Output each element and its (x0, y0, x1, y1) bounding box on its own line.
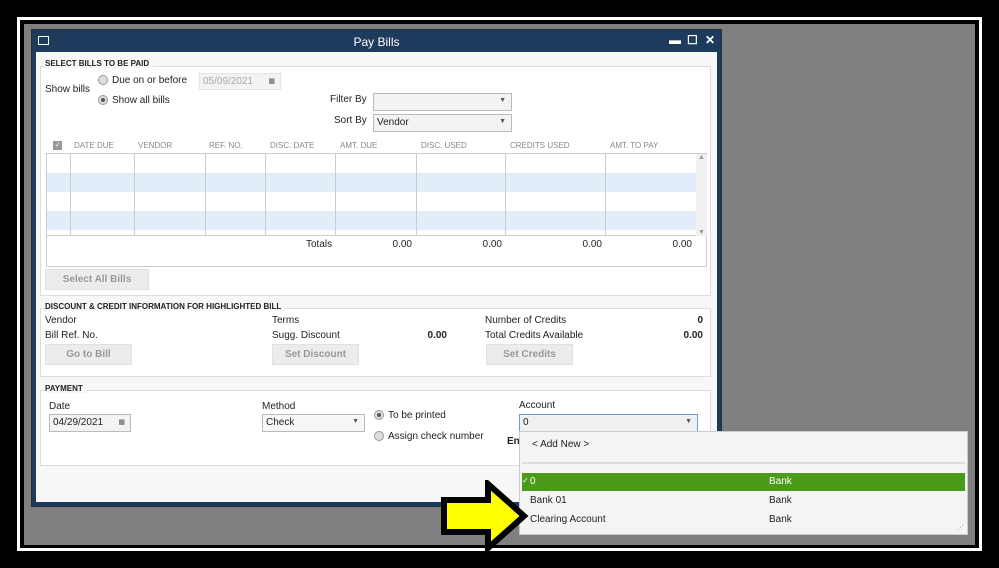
due-date-value: 05/09/2021 (203, 76, 254, 87)
sugg-discount-label: Sugg. Discount (272, 330, 340, 341)
total-credits-used: 0.00 (582, 239, 602, 250)
sort-by-value: Vendor (377, 117, 409, 128)
method-label: Method (262, 401, 296, 412)
account-name: Clearing Account (530, 514, 606, 525)
due-date-field[interactable]: 05/09/2021 ▦ (199, 73, 281, 90)
scroll-down-icon[interactable]: ▼ (696, 229, 707, 236)
column-header[interactable]: CREDITS USED (510, 141, 570, 150)
dropdown-item[interactable]: ✓ 0 Bank (522, 473, 965, 491)
assign-check-number-radio[interactable] (374, 431, 384, 441)
minimize-icon[interactable]: ▬ (669, 33, 681, 47)
chevron-down-icon: ▼ (352, 418, 359, 425)
vendor-label: Vendor (45, 315, 77, 326)
num-credits-label: Number of Credits (485, 315, 567, 326)
terms-label: Terms (272, 315, 300, 326)
section-title: PAYMENT (45, 384, 87, 393)
payment-date-field[interactable]: 04/29/2021 ▦ (49, 414, 131, 432)
method-select[interactable]: Check ▼ (262, 414, 365, 432)
account-value: 0 (523, 417, 529, 428)
column-header[interactable]: DISC. USED (421, 141, 467, 150)
due-on-before-label: Due on or before (112, 75, 188, 86)
date-label: Date (49, 401, 71, 412)
chevron-down-icon: ▼ (499, 118, 506, 125)
ending-balance-label: En (507, 436, 520, 447)
calendar-icon[interactable]: ▦ (118, 418, 125, 426)
filter-by-select[interactable]: ▼ (373, 93, 512, 111)
calendar-icon[interactable]: ▦ (268, 77, 275, 85)
show-all-bills-label: Show all bills (112, 95, 170, 106)
sort-by-select[interactable]: Vendor ▼ (373, 114, 512, 132)
sugg-discount-value: 0.00 (427, 330, 447, 341)
due-on-before-radio[interactable] (98, 75, 108, 85)
dropdown-item[interactable]: Clearing Account Bank (522, 511, 965, 529)
account-type: Bank (769, 514, 792, 525)
chevron-down-icon: ▼ (499, 97, 506, 104)
divider (522, 462, 965, 464)
go-to-bill-button[interactable]: Go to Bill (45, 344, 132, 365)
total-disc-used: 0.00 (482, 239, 502, 250)
filter-by-label: Filter By (330, 94, 367, 105)
to-be-printed-label: To be printed (388, 410, 446, 421)
column-header[interactable]: VENDOR (138, 141, 172, 150)
close-icon[interactable]: ✕ (705, 33, 715, 47)
scrollbar[interactable]: ▲ ▼ (696, 154, 707, 236)
column-header[interactable]: AMT. TO PAY (610, 141, 658, 150)
resize-grip-icon[interactable]: ⋰ (957, 524, 964, 532)
bills-table: ▲ ▼ Totals 0.00 0.00 0.00 0.00 (46, 153, 707, 267)
window-title: Pay Bills (353, 35, 400, 49)
account-label: Account (519, 400, 556, 411)
select-all-bills-button[interactable]: Select All Bills (45, 269, 149, 290)
sort-by-label: Sort By (334, 115, 367, 126)
total-credits-value: 0.00 (683, 330, 703, 341)
scroll-up-icon[interactable]: ▲ (696, 154, 707, 161)
method-value: Check (266, 417, 295, 428)
assign-check-number-label: Assign check number (388, 431, 484, 442)
total-amt-due: 0.00 (392, 239, 412, 250)
discount-credit-section (40, 308, 711, 377)
num-credits-value: 0 (697, 315, 703, 326)
account-select[interactable]: 0 ▼ (519, 414, 698, 432)
yellow-arrow-annotation (441, 480, 529, 552)
account-type: Bank (769, 495, 792, 506)
set-discount-button[interactable]: Set Discount (272, 344, 359, 365)
account-type: Bank (769, 476, 792, 487)
bill-ref-label: Bill Ref. No. (45, 330, 98, 341)
title-bar: Pay Bills ▬ ☐ ✕ (32, 30, 721, 52)
account-name: Bank 01 (530, 495, 567, 506)
show-bills-label: Show bills (45, 84, 91, 95)
total-amt-to-pay: 0.00 (672, 239, 692, 250)
to-be-printed-radio[interactable] (374, 410, 384, 420)
column-header[interactable]: AMT. DUE (340, 141, 377, 150)
section-title: DISCOUNT & CREDIT INFORMATION FOR HIGHLI… (45, 302, 286, 311)
add-new-option[interactable]: < Add New > (532, 439, 589, 450)
chevron-down-icon: ▼ (685, 418, 692, 425)
account-name: 0 (530, 476, 536, 487)
arrow-shape (441, 480, 529, 552)
section-title: SELECT BILLS TO BE PAID (45, 59, 154, 68)
totals-label: Totals (306, 239, 333, 250)
dropdown-item[interactable]: Bank 01 Bank (522, 492, 965, 510)
total-credits-label: Total Credits Available (485, 330, 584, 341)
set-credits-button[interactable]: Set Credits (486, 344, 573, 365)
account-dropdown-list[interactable]: < Add New > ✓ 0 Bank Bank 01 Bank Cleari… (519, 431, 968, 535)
maximize-icon[interactable]: ☐ (687, 33, 698, 47)
show-all-bills-radio[interactable] (98, 95, 108, 105)
payment-date-value: 04/29/2021 (53, 417, 104, 428)
column-header[interactable]: DATE DUE (74, 141, 114, 150)
column-header[interactable]: DISC. DATE (270, 141, 314, 150)
column-header[interactable]: REF. NO. (209, 141, 243, 150)
select-all-checkbox[interactable]: ✓ (53, 141, 62, 150)
